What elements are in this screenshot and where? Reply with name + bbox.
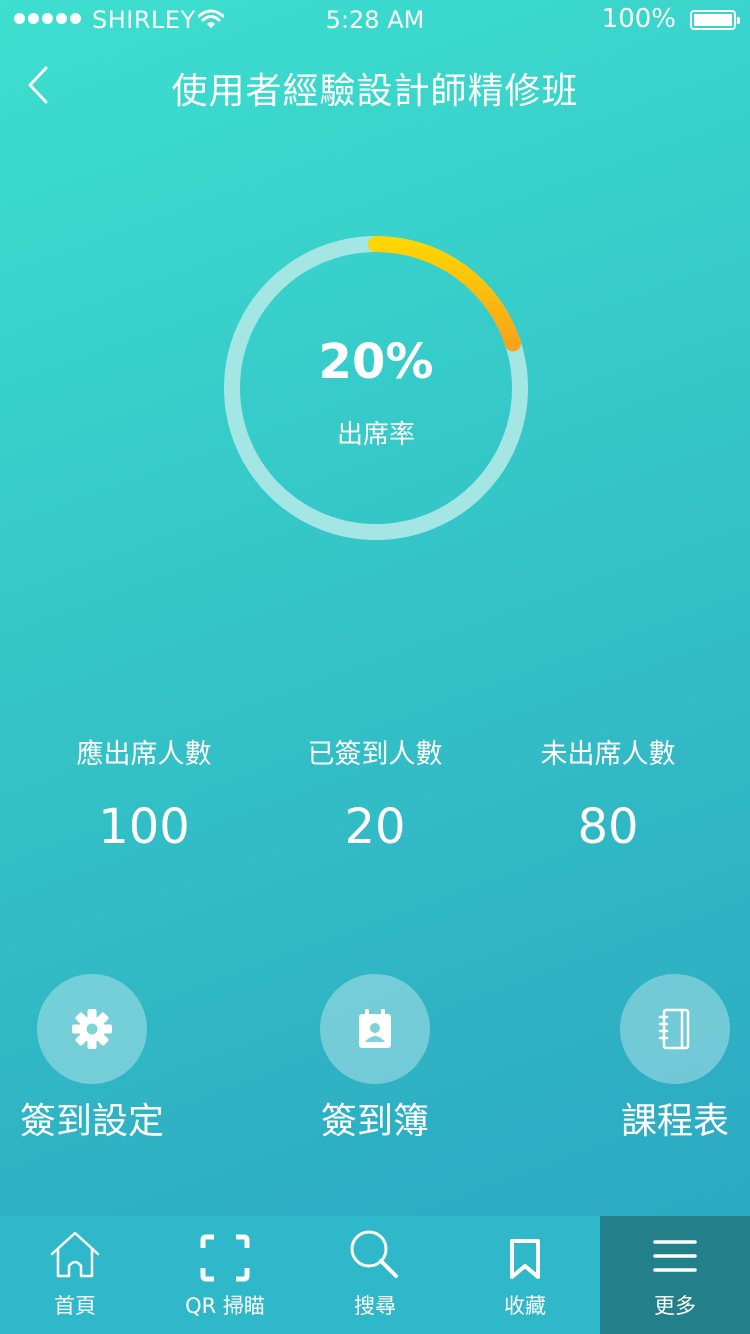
stat-label: 已簽到人數 xyxy=(307,739,443,770)
bottom-tab-bar: 首頁 QR 掃瞄 搜尋 收藏 更多 xyxy=(0,1216,750,1334)
search-icon xyxy=(350,1230,398,1278)
home-icon xyxy=(50,1231,100,1278)
action-label: 簽到設定 xyxy=(19,1101,164,1142)
qr-scan-icon xyxy=(200,1234,250,1282)
tab-search[interactable]: 搜尋 xyxy=(300,1216,450,1334)
gear-icon xyxy=(72,1009,112,1049)
action-label: 課程表 xyxy=(620,1101,729,1142)
page-title: 使用者經驗設計師精修班 xyxy=(171,71,579,112)
attendance-rate-label: 出席率 xyxy=(336,420,415,450)
tab-label: 更多 xyxy=(654,1294,696,1318)
contact-calendar-icon xyxy=(359,1009,391,1048)
stat-absent: 未出席人數 80 xyxy=(498,732,718,855)
stat-label: 應出席人數 xyxy=(76,739,212,770)
tab-more[interactable]: 更多 xyxy=(600,1216,750,1334)
signin-settings-button[interactable]: 簽到設定 xyxy=(0,974,192,1144)
action-label: 簽到簿 xyxy=(320,1101,429,1142)
stat-label: 未出席人數 xyxy=(540,739,676,770)
stat-signed-in: 已簽到人數 20 xyxy=(265,732,485,855)
tab-label: 收藏 xyxy=(504,1294,546,1318)
tab-label: 首頁 xyxy=(54,1294,96,1318)
gauge-progress-arc xyxy=(368,236,521,352)
stat-expected-attendees: 應出席人數 100 xyxy=(34,732,254,855)
notebook-icon xyxy=(658,1008,690,1050)
status-bar: SHIRLEY 5:28 AM 100% xyxy=(0,0,750,40)
stat-value: 100 xyxy=(98,799,190,855)
menu-icon xyxy=(653,1240,697,1272)
tab-qr-scan[interactable]: QR 掃瞄 xyxy=(150,1216,300,1334)
tab-label: 搜尋 xyxy=(354,1294,396,1318)
tab-home[interactable]: 首頁 xyxy=(0,1216,150,1334)
battery-icon xyxy=(690,10,740,30)
battery-percentage: 100% xyxy=(601,4,676,34)
tab-label: QR 掃瞄 xyxy=(185,1294,265,1318)
attendance-rate-value: 20% xyxy=(318,334,434,390)
stat-value: 80 xyxy=(577,799,639,855)
tab-favorites[interactable]: 收藏 xyxy=(450,1216,600,1334)
course-schedule-button[interactable]: 課程表 xyxy=(575,974,750,1144)
signin-book-button[interactable]: 簽到簿 xyxy=(275,974,475,1144)
stat-value: 20 xyxy=(344,799,406,855)
bookmark-icon xyxy=(510,1239,540,1279)
attendance-rate-gauge: 20% 出席率 xyxy=(216,228,536,548)
